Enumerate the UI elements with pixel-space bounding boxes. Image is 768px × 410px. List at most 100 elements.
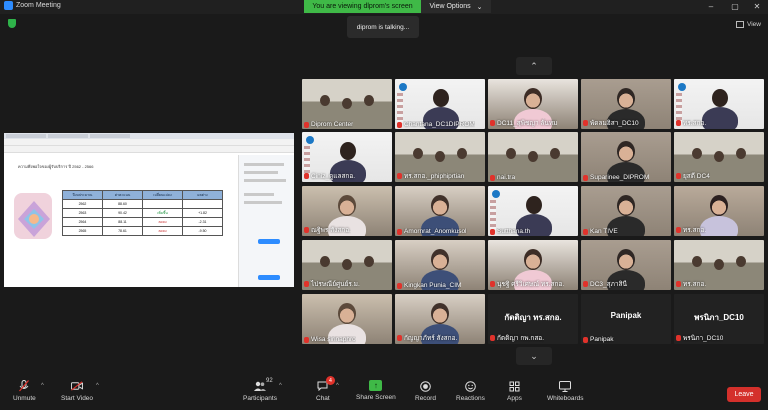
participant-name-label: ยุสตี DC4 (676, 171, 710, 181)
chat-icon: 4 (317, 376, 335, 392)
table-row: 2562 88.60 (62, 199, 223, 209)
close-icon[interactable]: ✕ (746, 0, 768, 13)
participant-video-tile[interactable]: ไปรษณีย์ศูนย์ร.ม. (302, 240, 392, 290)
participant-video-tile[interactable]: กัตติญา ทร.สกอ. กัตติญา กพ.กสอ. (488, 294, 578, 344)
muted-mic-icon (490, 228, 495, 235)
participant-video-tile[interactable]: nai.tra (488, 132, 578, 182)
muted-mic-icon (397, 121, 402, 128)
chat-chevron-icon[interactable]: ^ (336, 383, 339, 389)
participant-name-label: กัญญาภัทร์ สังสกอ. (397, 333, 457, 343)
participant-name-label: DC11_สุพิชญา ลั่นทม (490, 118, 557, 128)
apps-button[interactable]: Apps (507, 380, 522, 402)
participant-video-tile[interactable]: DC3_สุภาสินี (581, 240, 671, 290)
participant-video-tile[interactable]: Chantana_DC1DIPROM (395, 79, 485, 129)
minimize-icon[interactable]: – (700, 0, 722, 13)
participant-name-label: Amornrat_Anomkusol (397, 228, 467, 235)
participant-name-label: Ciniz_ดูแลสกอ. (304, 171, 355, 181)
share-screen-icon: ↑ (369, 380, 383, 391)
participants-chevron-icon[interactable]: ^ (279, 383, 282, 389)
participant-name-label: Wisa sirinaphro (304, 336, 356, 343)
participant-name-label: nai.tra (490, 174, 515, 181)
participant-name-label: Suparinee_DIPROM (583, 174, 649, 181)
diprom-logo-icon (14, 193, 52, 239)
muted-mic-icon (583, 120, 588, 126)
participant-video-tile[interactable]: Ciniz_ดูแลสกอ. (302, 132, 392, 182)
muted-mic-icon (676, 227, 681, 233)
view-options-button[interactable]: View Options ⌄ (421, 0, 491, 13)
table-row: 2563 90.42 เพิ่มขึ้น +1.82 (62, 208, 223, 218)
smiley-icon (464, 380, 476, 392)
security-shield-icon[interactable] (8, 19, 16, 28)
share-screen-button[interactable]: ↑ Share Screen (356, 380, 396, 401)
participant-name-display: พรนิภา_DC10 (694, 313, 744, 322)
start-video-button[interactable]: Start Video (61, 380, 93, 402)
muted-mic-icon (583, 174, 588, 181)
participant-video-tile[interactable]: ทร.สกอ._phiphiprtian (395, 132, 485, 182)
participant-name-label: กัตติญา กพ.กสอ. (490, 333, 544, 343)
viewing-screen-badge: You are viewing dlprom's screen (304, 0, 421, 13)
participant-video-tile[interactable]: Amornrat_Anomkusol (395, 186, 485, 236)
whiteboard-icon (559, 380, 572, 392)
meeting-toolbar: Unmute ^ Start Video ^ 92 Participants ^… (0, 371, 768, 410)
muted-mic-icon (676, 335, 681, 341)
participant-video-tile[interactable]: พัดลมฮิสา_DC10 (581, 79, 671, 129)
participant-name-label: ทร.สกอ._phiphiprtian (397, 171, 464, 181)
grid-view-icon (736, 20, 744, 28)
muted-mic-icon (304, 227, 309, 233)
participant-video-tile[interactable]: Suparinee_DIPROM (581, 132, 671, 182)
participant-video-tile[interactable]: Sutthana.th (488, 186, 578, 236)
participant-video-tile[interactable]: Diprom Center (302, 79, 392, 129)
record-button[interactable]: Record (415, 380, 436, 402)
participant-video-tile[interactable]: DC11_สุพิชญา ลั่นทม (488, 79, 578, 129)
shared-screen[interactable]: ความพึงพอใจของผู้รับบริการ ปี 2562 - 256… (4, 133, 294, 287)
chevron-down-icon: ⌄ (530, 350, 538, 361)
muted-mic-icon (676, 120, 681, 126)
participant-video-tile[interactable]: Kan TIVE (581, 186, 671, 236)
reactions-button[interactable]: Reactions (456, 380, 485, 402)
participant-name-label: Chantana_DC1DIPROM (397, 121, 475, 128)
participant-video-tile[interactable]: ยุสตี DC4 (674, 132, 764, 182)
table-row: 2564 88.11 ลดลง -2.31 (62, 217, 223, 227)
muted-mic-icon (490, 120, 495, 126)
leave-button[interactable]: Leave (727, 387, 761, 402)
gallery-next-page-button[interactable]: ⌄ (516, 347, 552, 365)
participant-name-label: Diprom Center (304, 121, 353, 128)
participant-name-label: ทร.สกอ. (676, 279, 706, 289)
participant-name-label: พรนิภา_DC10 (676, 333, 723, 343)
title-bar: Zoom Meeting You are viewing dlprom's sc… (0, 0, 768, 14)
participant-video-tile[interactable]: นุชฐิ ศรีวิเศษณ์ ทร.สกอ. (488, 240, 578, 290)
gallery-prev-page-button[interactable]: ⌃ (516, 57, 552, 75)
participant-video-tile[interactable]: Panipak Panipak (581, 294, 671, 344)
participant-video-tile[interactable]: Wisa sirinaphro (302, 294, 392, 344)
table-row: 2565 78.61 ลดลง -9.50 (62, 226, 223, 236)
muted-mic-icon (397, 173, 402, 179)
video-options-chevron-icon[interactable]: ^ (96, 383, 99, 389)
chat-button[interactable]: 4 Chat (316, 376, 335, 402)
muted-mic-icon (676, 173, 681, 179)
muted-mic-icon (304, 121, 309, 128)
view-button[interactable]: View (736, 18, 761, 30)
shared-address-bar (4, 146, 294, 153)
participant-video-tile[interactable]: ณฐิพร สังสกอ. (302, 186, 392, 236)
participant-name-label: นุชฐิ ศรีวิเศษณ์ ทร.สกอ. (490, 279, 564, 289)
participant-name-label: พัดลมฮิสา_DC10 (583, 118, 639, 128)
participant-name-label: DC3_สุภาสินี (583, 279, 627, 289)
participants-button[interactable]: 92 Participants (243, 378, 277, 402)
muted-mic-icon (397, 228, 402, 235)
muted-mic-icon (490, 174, 495, 181)
muted-mic-icon (583, 228, 588, 235)
whiteboards-button[interactable]: Whiteboards (547, 380, 584, 402)
chevron-down-icon: ⌄ (476, 3, 483, 11)
participant-name-label: ทร.สกอ. (676, 118, 706, 128)
maximize-icon[interactable]: ▢ (724, 0, 746, 13)
participant-video-tile[interactable]: ทร.สกอ. (674, 240, 764, 290)
audio-options-chevron-icon[interactable]: ^ (41, 383, 44, 389)
participant-video-tile[interactable]: กัญญาภัทร์ สังสกอ. (395, 294, 485, 344)
participant-video-tile[interactable]: พรนิภา_DC10 พรนิภา_DC10 (674, 294, 764, 344)
unmute-button[interactable]: Unmute (13, 380, 36, 402)
participant-video-tile[interactable]: ทร.สกอ. (674, 186, 764, 236)
shared-side-panel (238, 155, 294, 287)
participant-video-tile[interactable]: Kingkan Punia_CIM (395, 240, 485, 290)
participant-video-tile[interactable]: ทร.สกอ. (674, 79, 764, 129)
muted-mic-icon (397, 335, 402, 341)
